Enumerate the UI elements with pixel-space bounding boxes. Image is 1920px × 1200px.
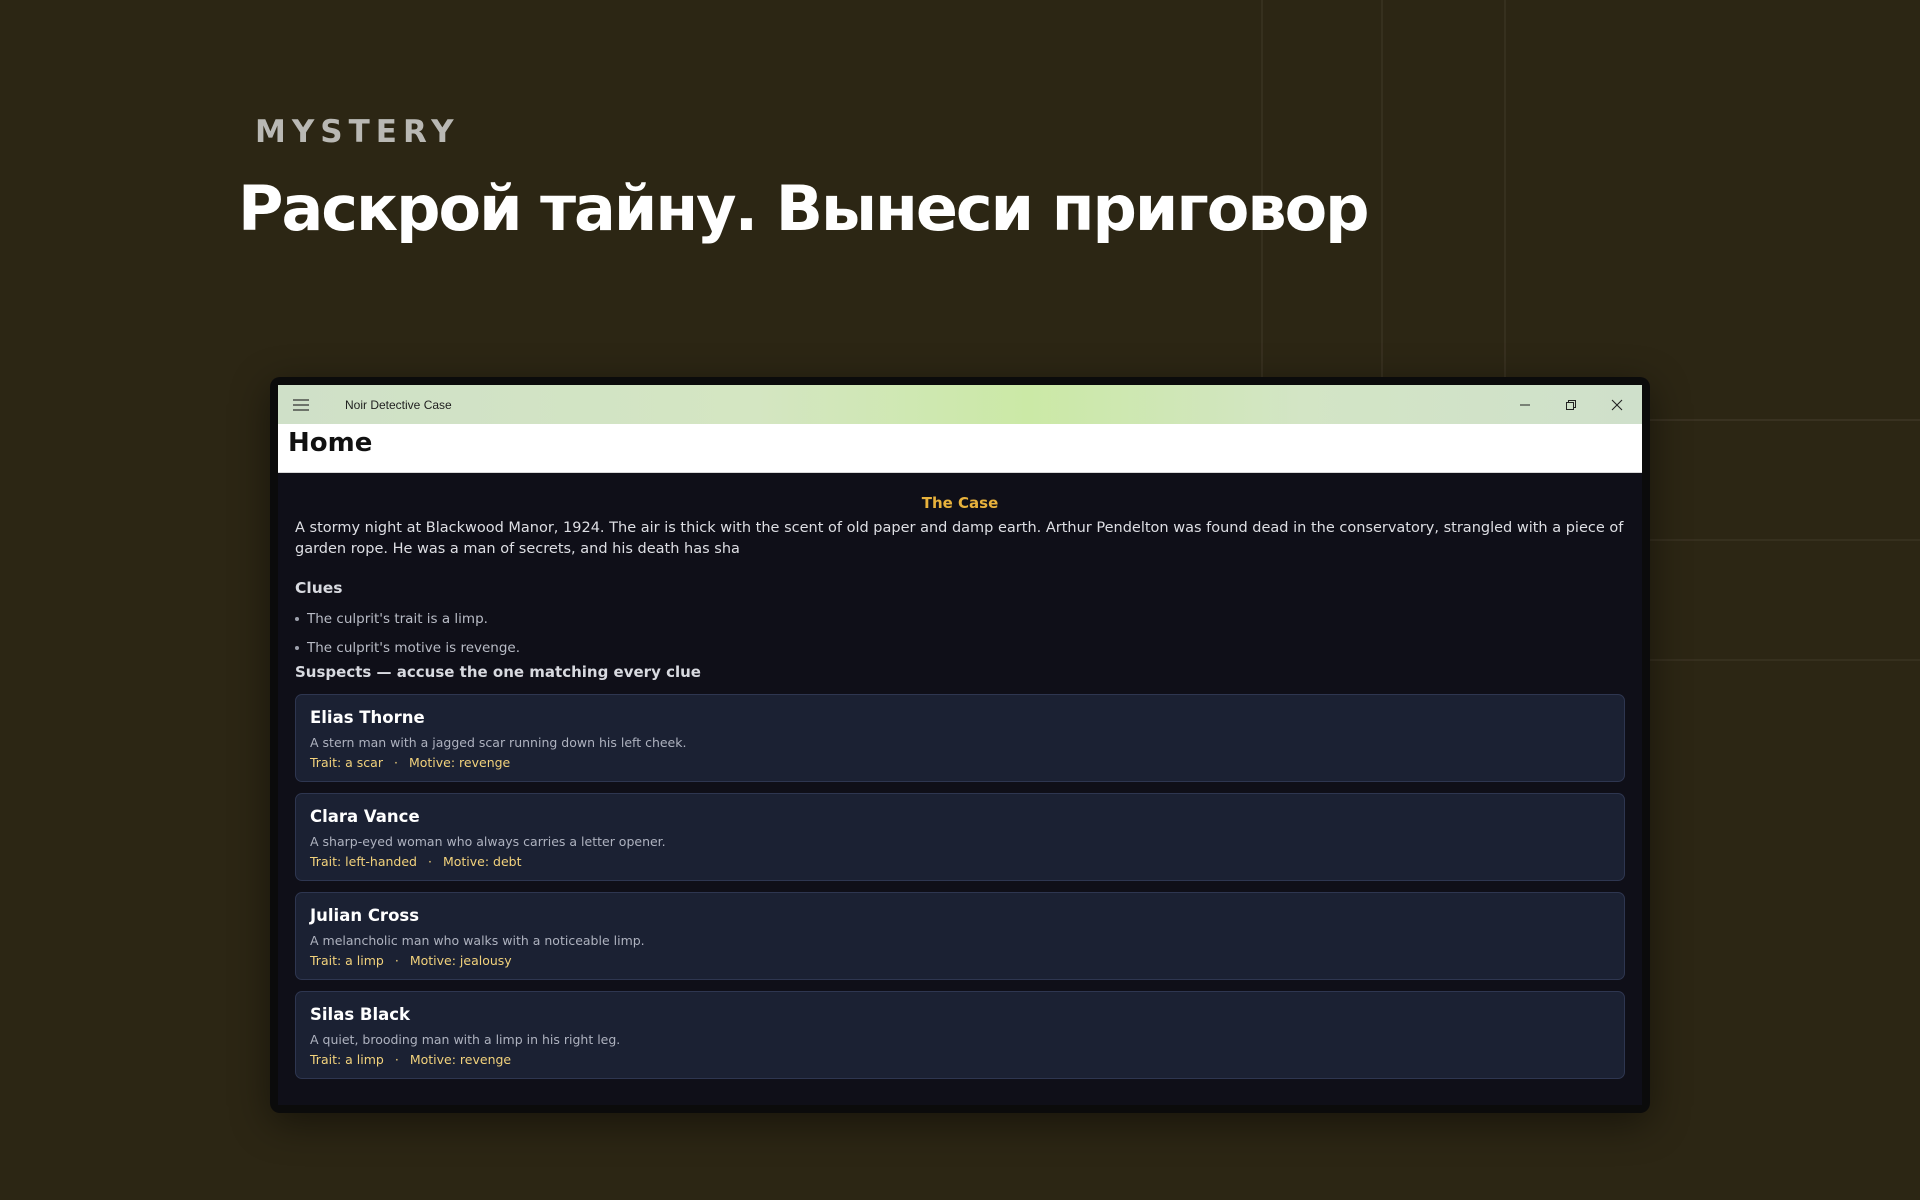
- minimize-button[interactable]: [1502, 385, 1548, 424]
- maximize-button[interactable]: [1548, 385, 1594, 424]
- suspect-card-julian-cross[interactable]: Julian Cross A melancholic man who walks…: [295, 892, 1625, 980]
- main-content: The Case A stormy night at Blackwood Man…: [278, 472, 1642, 1105]
- suspect-trait: Trait: a limp: [310, 1052, 384, 1067]
- page-header: Home: [278, 424, 1642, 473]
- restore-icon: [1566, 399, 1576, 410]
- suspect-motive: Motive: jealousy: [409, 953, 512, 968]
- suspect-meta: Trait: a limp · Motive: jealousy: [310, 953, 512, 968]
- minimize-icon: [1520, 404, 1530, 405]
- suspect-card-elias-thorne[interactable]: Elias Thorne A stern man with a jagged s…: [295, 694, 1625, 782]
- clues-heading: Clues: [295, 579, 343, 597]
- suspect-trait: Trait: left-handed: [310, 854, 417, 869]
- suspect-meta: Trait: a limp · Motive: revenge: [310, 1052, 511, 1067]
- suspect-description: A melancholic man who walks with a notic…: [310, 933, 645, 948]
- app-window-inner: Noir Detective Case Home The Case A stor…: [278, 385, 1642, 1105]
- suspect-card-silas-black[interactable]: Silas Black A quiet, brooding man with a…: [295, 991, 1625, 1079]
- title-bar: Noir Detective Case: [278, 385, 1642, 424]
- clue-text: The culprit's motive is revenge.: [307, 640, 521, 656]
- suspect-meta: Trait: left-handed · Motive: debt: [310, 854, 522, 869]
- suspect-trait: Trait: a limp: [310, 953, 384, 968]
- separator-dot: ·: [394, 1052, 399, 1067]
- close-icon: [1611, 399, 1623, 410]
- suspect-description: A stern man with a jagged scar running d…: [310, 735, 687, 750]
- app-window: Noir Detective Case Home The Case A stor…: [270, 377, 1650, 1113]
- suspect-name: Clara Vance: [310, 807, 420, 826]
- clue-text: The culprit's trait is a limp.: [307, 611, 488, 627]
- hero-eyebrow: MYSTERY: [255, 114, 460, 150]
- suspect-name: Silas Black: [310, 1005, 411, 1024]
- suspect-description: A quiet, brooding man with a limp in his…: [310, 1032, 621, 1047]
- suspect-meta: Trait: a scar · Motive: revenge: [310, 755, 510, 770]
- close-button[interactable]: [1594, 385, 1640, 424]
- page-title: Home: [288, 428, 373, 458]
- clue-item: The culprit's trait is a limp.: [295, 611, 488, 627]
- case-title: The Case: [921, 494, 999, 512]
- clue-item: The culprit's motive is revenge.: [295, 640, 520, 656]
- suspect-motive: Motive: revenge: [408, 755, 511, 770]
- hamburger-icon[interactable]: [281, 385, 321, 424]
- bullet-icon: [295, 646, 299, 650]
- suspect-trait: Trait: a scar: [310, 755, 383, 770]
- bullet-icon: [295, 617, 299, 621]
- suspect-description: A sharp-eyed woman who always carries a …: [310, 834, 666, 849]
- case-description: A stormy night at Blackwood Manor, 1924.…: [295, 520, 1624, 557]
- hero-headline: Раскрой тайну. Вынеси приговор: [238, 172, 1370, 245]
- suspect-motive: Motive: revenge: [409, 1052, 512, 1067]
- suspect-card-clara-vance[interactable]: Clara Vance A sharp-eyed woman who alway…: [295, 793, 1625, 881]
- suspect-name: Elias Thorne: [310, 708, 425, 727]
- suspects-heading: Suspects — accuse the one matching every…: [295, 663, 701, 681]
- separator-dot: ·: [394, 953, 399, 968]
- suspect-motive: Motive: debt: [442, 854, 522, 869]
- separator-dot: ·: [393, 755, 398, 770]
- separator-dot: ·: [427, 854, 432, 869]
- window-title: Noir Detective Case: [345, 397, 452, 412]
- suspect-name: Julian Cross: [310, 906, 420, 925]
